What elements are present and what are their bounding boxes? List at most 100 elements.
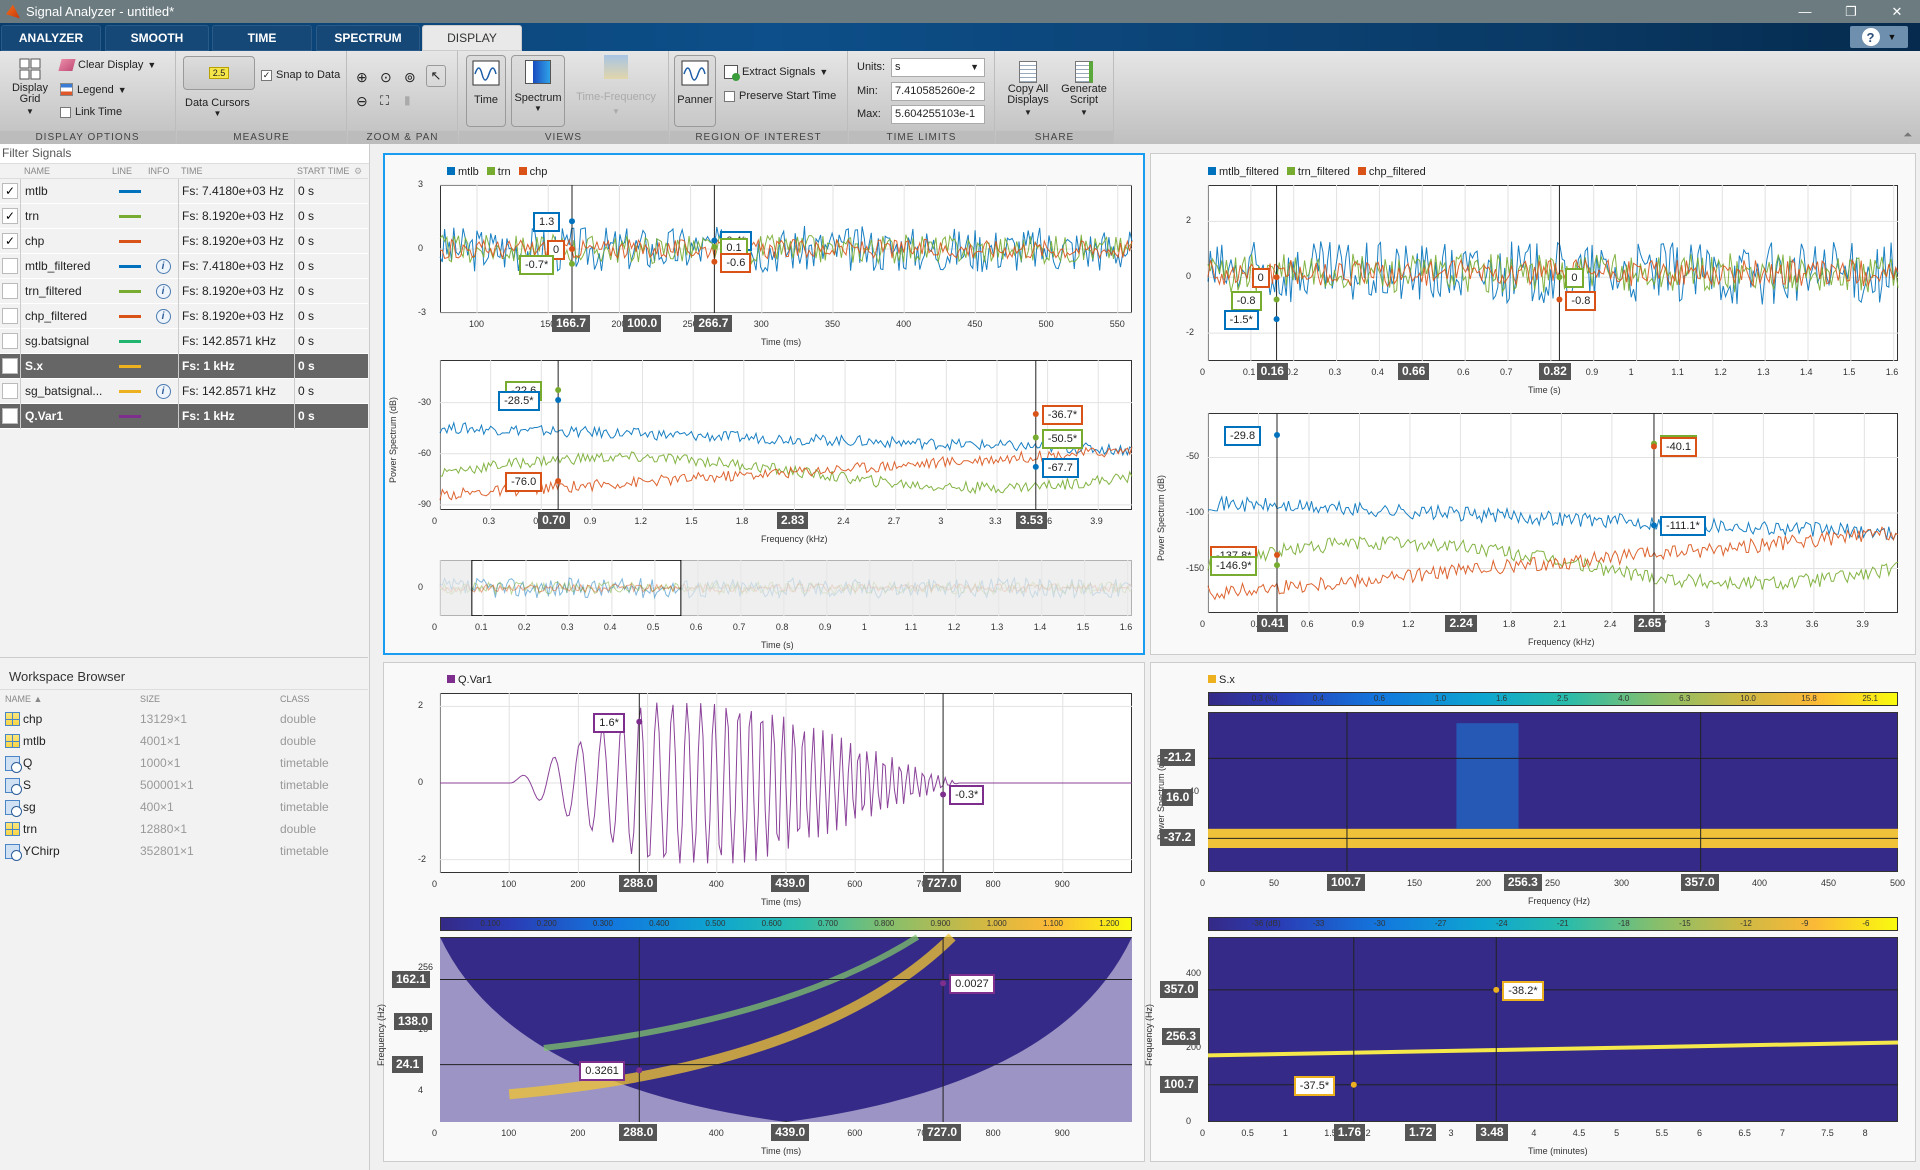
datatip[interactable]: -37.5* (1293, 1075, 1336, 1096)
datatip[interactable]: -146.9* (1210, 556, 1258, 577)
panner-button[interactable]: Panner (674, 55, 716, 127)
datatip[interactable]: 0 (1565, 268, 1584, 289)
checkbox[interactable] (2, 358, 18, 374)
checkbox[interactable] (2, 383, 18, 399)
checkbox[interactable] (2, 258, 18, 274)
workspace-row[interactable]: mtlb 4001×1 double (0, 730, 368, 752)
zoom-out-icon[interactable]: ⊖ (356, 93, 368, 110)
select-cursor-icon[interactable]: ↖ (426, 65, 446, 87)
legend[interactable]: S.x (1208, 674, 1235, 686)
p1_spec-axes[interactable] (440, 360, 1132, 510)
time-view-button[interactable]: Time (466, 55, 506, 127)
checkbox-checked[interactable]: ✓ (2, 208, 18, 224)
cursor-x-label[interactable]: 1.76 (1333, 1124, 1366, 1141)
legend[interactable]: Q.Var1 (447, 674, 492, 686)
line-color-swatch[interactable] (112, 379, 148, 404)
line-color-swatch[interactable] (112, 304, 148, 329)
signal-row[interactable]: trn_filtered i Fs: 8.1920e+03 Hz 0 s (0, 278, 368, 304)
panel-divider[interactable] (0, 657, 368, 658)
legend-item[interactable]: chp_filtered (1357, 166, 1426, 178)
legend[interactable]: mtlb trn chp (447, 166, 547, 178)
checkbox-checked[interactable]: ✓ (2, 233, 18, 249)
datatip[interactable]: -1.5* (1223, 310, 1259, 331)
tab-display[interactable]: DISPLAY (422, 25, 522, 51)
cursor-y-label[interactable]: 24.1 (392, 1055, 424, 1073)
zoom-y-icon[interactable]: ⊚ (404, 69, 416, 86)
checkbox-checked[interactable]: ✓ (261, 69, 272, 81)
datatip[interactable]: -28.5* (498, 391, 540, 412)
datatip[interactable]: -40.1 (1659, 437, 1698, 458)
line-color-swatch[interactable] (112, 404, 148, 429)
min-time-input[interactable]: 7.410585260e-2 (891, 82, 985, 101)
tab-smooth[interactable]: SMOOTH (105, 25, 209, 51)
gear-icon[interactable]: ⚙ (354, 166, 362, 177)
data-cursors-menu[interactable]: Data Cursors ▼ (185, 97, 250, 118)
legend-item[interactable]: chp (518, 166, 547, 178)
cursor-x-label[interactable]: 266.7 (694, 315, 733, 332)
line-color-swatch[interactable] (112, 254, 148, 279)
signal-row[interactable]: ✓ mtlb Fs: 7.4180e+03 Hz 0 s (0, 178, 368, 204)
datatip[interactable]: -0.6 (720, 252, 752, 273)
line-color-swatch[interactable] (112, 329, 148, 354)
legend-item[interactable]: mtlb_filtered (1208, 166, 1279, 178)
generate-script-button[interactable]: Generate Script ▼ (1058, 61, 1110, 118)
minimize-button[interactable]: — (1782, 0, 1828, 23)
legend-item[interactable]: trn_filtered (1286, 166, 1350, 178)
cursor-x-label[interactable]: 3.53 (1015, 512, 1048, 529)
signal-row[interactable]: ✓ trn Fs: 8.1920e+03 Hz 0 s (0, 203, 368, 229)
workspace-row[interactable]: YChirp 352801×1 timetable (0, 840, 368, 862)
signal-row[interactable]: ✓ chp Fs: 8.1920e+03 Hz 0 s (0, 228, 368, 254)
workspace-row[interactable]: sg 400×1 timetable (0, 796, 368, 818)
p2_time-axes[interactable] (1208, 185, 1898, 361)
p1_time-axes[interactable] (440, 185, 1132, 313)
info-icon[interactable]: i (155, 383, 171, 399)
workspace-row[interactable]: chp 13129×1 double (0, 708, 368, 730)
datatip[interactable]: 1.6* (593, 712, 625, 733)
checkbox[interactable] (724, 90, 735, 102)
checkbox-checked[interactable]: ✓ (2, 183, 18, 199)
collapse-toolstrip-icon[interactable]: ⏶ (1903, 129, 1912, 142)
clear-display-button[interactable]: Clear Display ▼ (58, 59, 156, 71)
filter-signals-input[interactable]: Filter Signals (0, 144, 369, 164)
cursor-y-label[interactable]: -21.2 (1160, 749, 1196, 767)
extract-signals-button[interactable]: Extract Signals ▼ (724, 65, 828, 81)
cursor-x-label[interactable]: 0.70 (538, 512, 570, 529)
datatip[interactable]: -0.8 (1230, 290, 1262, 311)
info-icon[interactable]: i (155, 308, 171, 324)
tab-time[interactable]: TIME (212, 25, 312, 51)
tab-spectrum[interactable]: SPECTRUM (316, 25, 420, 51)
datatip[interactable]: 1.3 (532, 212, 561, 233)
preserve-start-time-checkbox[interactable]: Preserve Start Time (724, 90, 836, 102)
col-class[interactable]: CLASS (280, 694, 310, 704)
display-grid-button[interactable]: Display Grid ▼ (10, 57, 50, 116)
datatip[interactable]: -38.2* (1502, 980, 1544, 1001)
cursor-y-label[interactable]: -37.2 (1160, 829, 1196, 847)
cursor-x-label[interactable]: 2.65 (1633, 615, 1666, 632)
max-time-input[interactable]: 5.604255103e-1 (891, 105, 985, 124)
line-color-swatch[interactable] (112, 354, 148, 379)
signal-row[interactable]: sg.batsignal Fs: 142.8571 kHz 0 s (0, 328, 368, 354)
workspace-row[interactable]: trn 12880×1 double (0, 818, 368, 840)
cursor-x-label[interactable]: 0.82 (1539, 363, 1571, 380)
cursor-x-label[interactable]: 288.0 (619, 875, 658, 892)
cursor-y-label[interactable]: 162.1 (392, 970, 431, 988)
datatip[interactable]: -67.7 (1041, 457, 1079, 478)
cursor-x-label[interactable]: 100.7 (1326, 874, 1365, 891)
cursor-y-label[interactable]: 357.0 (1160, 980, 1199, 998)
cursor-x-label[interactable]: 357.0 (1680, 874, 1719, 891)
signal-row[interactable]: mtlb_filtered i Fs: 7.4180e+03 Hz 0 s (0, 253, 368, 279)
p3_time-axes[interactable] (440, 693, 1132, 873)
cursor-x-label[interactable]: 727.0 (923, 875, 962, 892)
legend-item[interactable]: Q.Var1 (447, 674, 492, 686)
p4_persistence-axes[interactable] (1208, 712, 1898, 872)
workspace-row[interactable]: S 500001×1 timetable (0, 774, 368, 796)
checkbox[interactable] (60, 106, 71, 118)
checkbox[interactable] (2, 283, 18, 299)
legend[interactable]: mtlb_filtered trn_filtered chp_filtered (1208, 166, 1426, 178)
cursor-x-label[interactable]: 3.48 (1476, 1124, 1508, 1141)
datatip[interactable]: -0.8 (1565, 290, 1597, 311)
datatip[interactable]: -0.7* (518, 254, 555, 275)
signal-row[interactable]: sg_batsignal... i Fs: 142.8571 kHz 0 s (0, 378, 368, 404)
datatip[interactable]: -29.8 (1224, 426, 1262, 446)
tab-analyzer[interactable]: ANALYZER (1, 25, 101, 51)
